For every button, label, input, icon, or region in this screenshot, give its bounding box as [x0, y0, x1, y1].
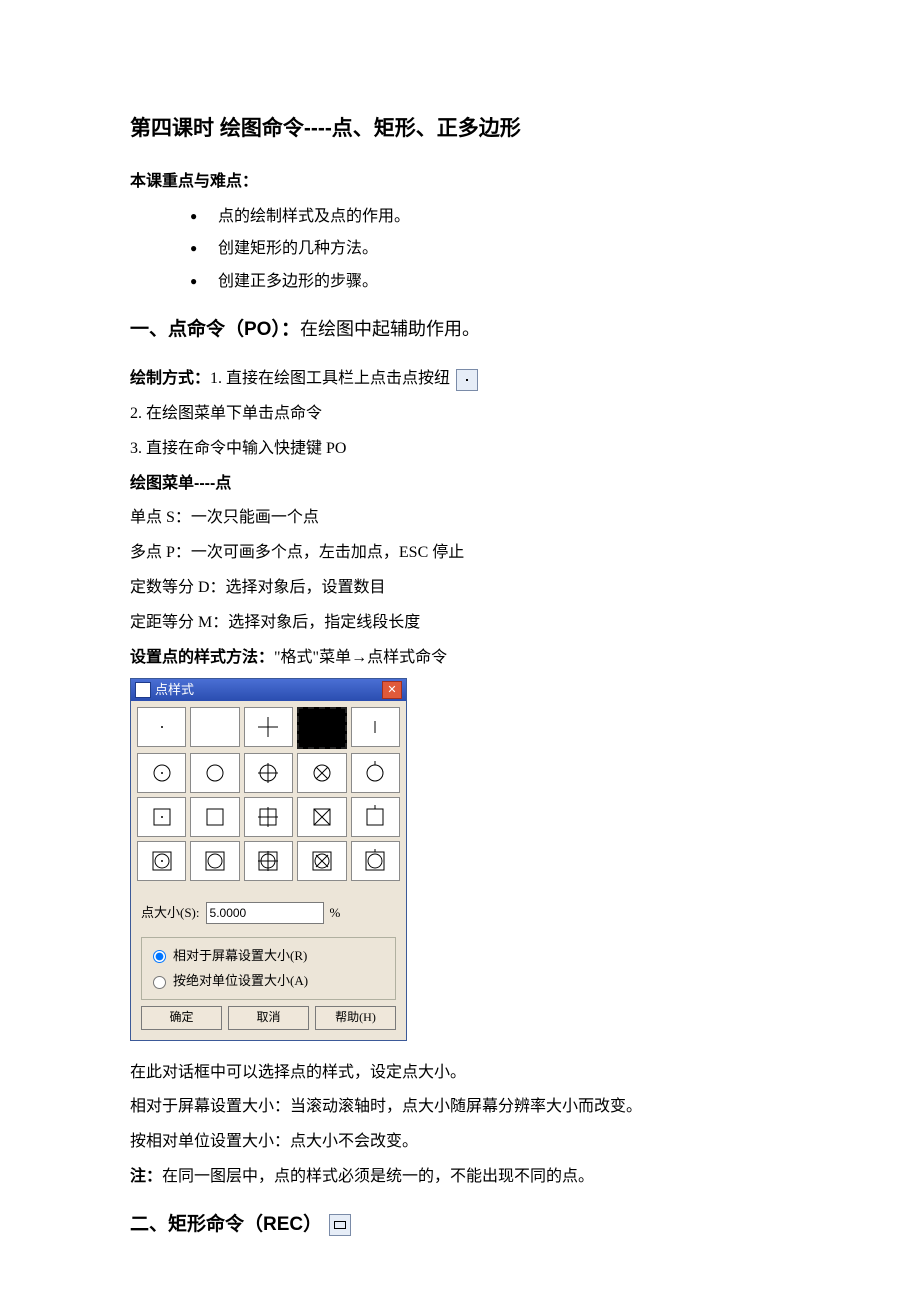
lesson-title: 第四课时 绘图命令----点、矩形、正多边形 [130, 110, 790, 148]
point-style-option-selected[interactable] [297, 707, 346, 749]
draw-method-1-row: 绘制方式：1. 直接在绘图工具栏上点击点按纽 [130, 365, 790, 394]
dialog-title-text: 点样式 [155, 679, 194, 701]
point-cmd: 单点 S：一次只能画一个点 [130, 504, 790, 533]
section-1-label: 一、点命令（PO）： [130, 319, 300, 340]
section-2-heading: 二、矩形命令（REC） [130, 1208, 790, 1242]
draw-methods-label: 绘制方式： [130, 370, 210, 387]
point-cmd: 定数等分 D：选择对象后，设置数目 [130, 574, 790, 603]
point-style-option[interactable] [297, 841, 346, 881]
note-label: 注： [130, 1168, 162, 1185]
point-style-option[interactable] [351, 797, 400, 837]
radio-absolute-unit[interactable]: 按绝对单位设置大小(A) [148, 969, 389, 992]
after-dialog-line: 按相对单位设置大小：点大小不会改变。 [130, 1128, 790, 1157]
point-style-option[interactable] [351, 707, 400, 747]
radio-relative-screen-label: 相对于屏幕设置大小(R) [173, 944, 307, 967]
dialog-app-icon [135, 682, 151, 698]
point-style-option[interactable] [351, 841, 400, 881]
draw-method-3: 3. 直接在命令中输入快捷键 PO [130, 435, 790, 464]
point-style-option[interactable] [137, 707, 186, 747]
style-heading-label: 设置点的样式方法： [130, 649, 274, 666]
menu-heading: 绘图菜单----点 [130, 470, 790, 499]
help-button[interactable]: 帮助(H) [315, 1006, 396, 1030]
point-style-option[interactable] [297, 797, 346, 837]
point-style-option[interactable] [137, 797, 186, 837]
point-style-option[interactable] [137, 841, 186, 881]
document-page: 第四课时 绘图命令----点、矩形、正多边形 本课重点与难点： 点的绘制样式及点… [0, 0, 920, 1302]
note-text: 在同一图层中，点的样式必须是统一的，不能出现不同的点。 [162, 1168, 594, 1185]
point-size-label: 点大小(S): [141, 901, 200, 924]
style-heading-rest: "格式"菜单→点样式命令 [274, 649, 447, 666]
point-style-option[interactable] [190, 841, 239, 881]
point-size-row: 点大小(S): % [131, 887, 406, 930]
point-cmd: 定距等分 M：选择对象后，指定线段长度 [130, 609, 790, 638]
dialog-button-row: 确定 取消 帮助(H) [131, 1006, 406, 1040]
point-cmd: 多点 P：一次可画多个点，左击加点，ESC 停止 [130, 539, 790, 568]
point-style-option[interactable] [190, 753, 239, 793]
key-points-list: 点的绘制样式及点的作用。 创建矩形的几种方法。 创建正多边形的步骤。 [190, 203, 790, 297]
point-tool-icon [456, 369, 478, 391]
point-style-option[interactable] [190, 797, 239, 837]
radio-relative-screen[interactable]: 相对于屏幕设置大小(R) [148, 944, 389, 967]
cancel-button[interactable]: 取消 [228, 1006, 309, 1030]
note-line: 注：在同一图层中，点的样式必须是统一的，不能出现不同的点。 [130, 1163, 790, 1192]
point-style-option[interactable] [351, 753, 400, 793]
section-2-label: 二、矩形命令（REC） [130, 1214, 322, 1235]
radio-absolute-unit-input[interactable] [153, 976, 166, 989]
list-item: 创建正多边形的步骤。 [190, 268, 790, 297]
key-points-heading: 本课重点与难点： [130, 168, 790, 197]
point-style-option[interactable] [244, 841, 293, 881]
point-style-grid [131, 701, 406, 887]
radio-relative-screen-input[interactable] [153, 950, 166, 963]
point-style-option[interactable] [244, 797, 293, 837]
after-dialog-line: 相对于屏幕设置大小：当滚动滚轴时，点大小随屏幕分辨率大小而改变。 [130, 1093, 790, 1122]
draw-method-2: 2. 在绘图菜单下单击点命令 [130, 400, 790, 429]
point-style-option[interactable] [244, 753, 293, 793]
section-1-desc: 在绘图中起辅助作用。 [300, 319, 480, 339]
ok-button[interactable]: 确定 [141, 1006, 222, 1030]
section-1-heading: 一、点命令（PO）：在绘图中起辅助作用。 [130, 313, 790, 347]
dialog-titlebar: 点样式 ✕ [131, 679, 406, 701]
radio-absolute-unit-label: 按绝对单位设置大小(A) [173, 969, 308, 992]
style-heading-row: 设置点的样式方法："格式"菜单→点样式命令 [130, 644, 790, 673]
point-style-option[interactable] [190, 707, 239, 747]
size-mode-group: 相对于屏幕设置大小(R) 按绝对单位设置大小(A) [141, 937, 396, 1000]
point-style-option[interactable] [297, 753, 346, 793]
after-dialog-line: 在此对话框中可以选择点的样式，设定点大小。 [130, 1059, 790, 1088]
rectangle-tool-icon [329, 1214, 351, 1236]
point-style-option[interactable] [137, 753, 186, 793]
draw-method-1: 1. 直接在绘图工具栏上点击点按纽 [210, 370, 450, 387]
point-style-option[interactable] [244, 707, 293, 747]
close-icon[interactable]: ✕ [382, 681, 402, 699]
point-size-input[interactable] [206, 902, 324, 924]
list-item: 创建矩形的几种方法。 [190, 235, 790, 264]
point-style-dialog: 点样式 ✕ [130, 678, 407, 1040]
point-size-unit: % [330, 901, 341, 924]
list-item: 点的绘制样式及点的作用。 [190, 203, 790, 232]
